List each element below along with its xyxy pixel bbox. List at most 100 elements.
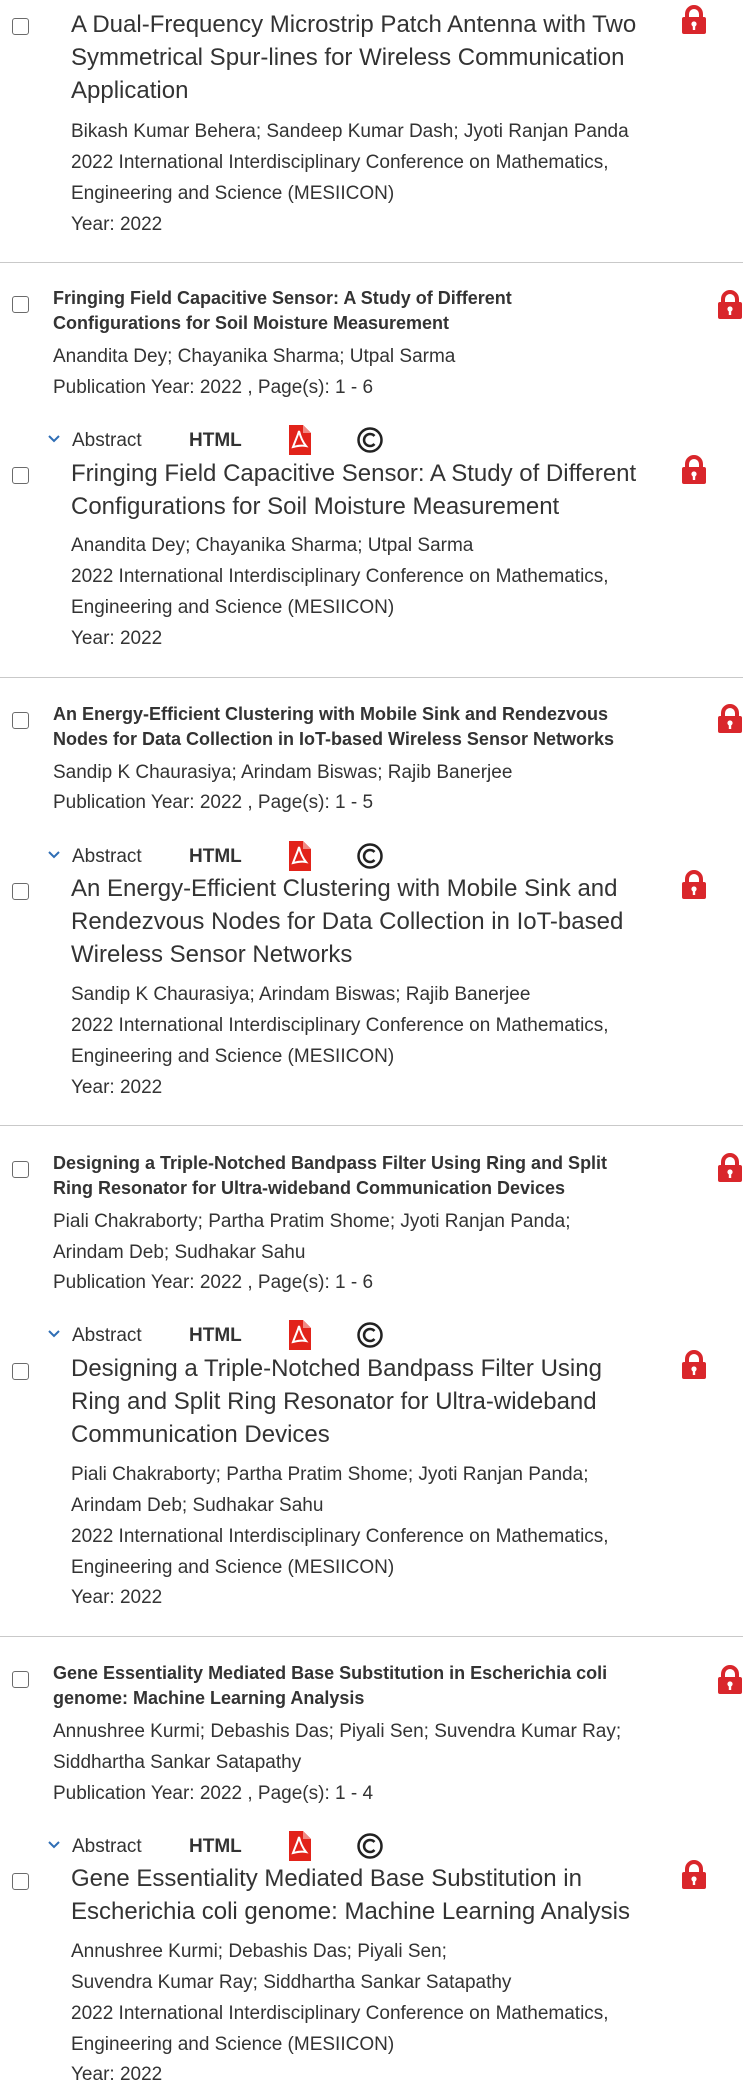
result-title-link[interactable]: Fringing Field Capacitive Sensor: A Stud… xyxy=(71,457,671,523)
search-results-list: A Dual-Frequency Microstrip Patch Antenn… xyxy=(0,0,743,2085)
lock-icon xyxy=(681,1860,707,1890)
result-title-link[interactable]: Designing a Triple-Notched Bandpass Filt… xyxy=(71,1352,671,1451)
title-line: Configurations for Soil Moisture Measure… xyxy=(71,493,560,520)
chevron-down-icon[interactable] xyxy=(46,848,62,867)
lock-icon xyxy=(681,5,707,35)
select-checkbox[interactable] xyxy=(12,1363,29,1380)
title-line: Designing a Triple-Notched Bandpass Filt… xyxy=(53,1153,608,1173)
copyright-icon[interactable] xyxy=(356,842,384,875)
copyright-icon[interactable] xyxy=(356,1832,384,1865)
venue-link[interactable]: Engineering and Science (MESIICON) xyxy=(71,178,691,209)
venue-link[interactable]: 2022 International Interdisciplinary Con… xyxy=(71,1998,691,2029)
title-line: Designing a Triple-Notched Bandpass Filt… xyxy=(71,1355,602,1382)
publication-info: Publication Year: 2022 , Page(s): 1 - 5 xyxy=(53,792,374,813)
authors[interactable]: Sandip K Chaurasiya; Arindam Biswas; Raj… xyxy=(71,979,691,1010)
divider xyxy=(0,1125,743,1126)
title-line: An Energy-Efficient Clustering with Mobi… xyxy=(53,704,609,724)
title-line: Rendezvous Nodes for Data Collection in … xyxy=(71,908,624,935)
title-line: Ring and Split Ring Resonator for Ultra-… xyxy=(71,1388,597,1415)
divider xyxy=(0,677,743,678)
lock-icon xyxy=(717,1153,743,1183)
pdf-icon[interactable] xyxy=(287,425,311,460)
pdf-icon[interactable] xyxy=(287,1320,311,1355)
authors[interactable]: Siddhartha Sankar Satapathy xyxy=(53,1747,703,1778)
select-checkbox[interactable] xyxy=(12,1671,29,1688)
select-checkbox[interactable] xyxy=(12,296,29,313)
copyright-icon[interactable] xyxy=(356,426,384,459)
publication-info: Publication Year: 2022 , Page(s): 1 - 4 xyxy=(53,1783,374,1804)
publication-info: Publication Year: 2022 , Page(s): 1 - 6 xyxy=(53,1272,374,1293)
title-line: Application xyxy=(71,77,189,104)
result-title-link[interactable]: An Energy-Efficient Clustering with Mobi… xyxy=(71,872,671,971)
publication-info: Publication Year: 2022 , Page(s): 1 - 6 xyxy=(53,377,374,398)
authors[interactable]: Piali Chakraborty; Partha Pratim Shome; … xyxy=(71,1459,691,1490)
year-label: Year: 2022 xyxy=(71,628,163,649)
result-title-link[interactable]: A Dual-Frequency Microstrip Patch Antenn… xyxy=(71,8,671,107)
abstract-toggle[interactable]: Abstract xyxy=(72,844,142,870)
lock-icon xyxy=(717,1665,743,1695)
authors[interactable]: Annushree Kurmi; Debashis Das; Piyali Se… xyxy=(53,1716,703,1747)
authors[interactable]: Anandita Dey; Chayanika Sharma; Utpal Sa… xyxy=(53,341,703,372)
select-checkbox[interactable] xyxy=(12,883,29,900)
venue-link[interactable]: 2022 International Interdisciplinary Con… xyxy=(71,147,691,178)
year-label: Year: 2022 xyxy=(71,1587,163,1608)
authors[interactable]: Piali Chakraborty; Partha Pratim Shome; … xyxy=(53,1206,703,1237)
chevron-down-icon[interactable] xyxy=(46,1838,62,1857)
result-title-link[interactable]: Fringing Field Capacitive Sensor: A Stud… xyxy=(53,286,703,336)
lock-icon xyxy=(681,1350,707,1380)
authors[interactable]: Arindam Deb; Sudhakar Sahu xyxy=(71,1490,691,1521)
venue-link[interactable]: 2022 International Interdisciplinary Con… xyxy=(71,1521,691,1552)
year-label: Year: 2022 xyxy=(71,2064,163,2085)
lock-icon xyxy=(681,455,707,485)
result-title-link[interactable]: Gene Essentiality Mediated Base Substitu… xyxy=(53,1661,703,1711)
chevron-down-icon[interactable] xyxy=(46,432,62,451)
authors[interactable]: Suvendra Kumar Ray; Siddhartha Sankar Sa… xyxy=(71,1967,691,1998)
venue-link[interactable]: 2022 International Interdisciplinary Con… xyxy=(71,561,691,592)
select-checkbox[interactable] xyxy=(12,712,29,729)
select-checkbox[interactable] xyxy=(12,1873,29,1890)
title-line: Fringing Field Capacitive Sensor: A Stud… xyxy=(71,460,637,487)
select-checkbox[interactable] xyxy=(12,1161,29,1178)
lock-icon xyxy=(717,704,743,734)
title-line: Communication Devices xyxy=(71,1421,330,1448)
html-link[interactable]: HTML xyxy=(189,1323,242,1349)
lock-icon xyxy=(717,290,743,320)
title-line: genome: Machine Learning Analysis xyxy=(53,1688,365,1708)
venue-link[interactable]: Engineering and Science (MESIICON) xyxy=(71,1552,691,1583)
abstract-toggle[interactable]: Abstract xyxy=(72,428,142,454)
title-line: Fringing Field Capacitive Sensor: A Stud… xyxy=(53,288,512,308)
title-line: A Dual-Frequency Microstrip Patch Antenn… xyxy=(71,11,637,38)
authors[interactable]: Sandip K Chaurasiya; Arindam Biswas; Raj… xyxy=(53,757,703,788)
chevron-down-icon[interactable] xyxy=(46,1327,62,1346)
venue-link[interactable]: 2022 International Interdisciplinary Con… xyxy=(71,1010,691,1041)
html-link[interactable]: HTML xyxy=(189,844,242,870)
lock-icon xyxy=(681,870,707,900)
copyright-icon[interactable] xyxy=(356,1321,384,1354)
authors[interactable]: Bikash Kumar Behera; Sandeep Kumar Dash;… xyxy=(71,116,691,147)
select-checkbox[interactable] xyxy=(12,467,29,484)
authors[interactable]: Annushree Kurmi; Debashis Das; Piyali Se… xyxy=(71,1936,691,1967)
abstract-toggle[interactable]: Abstract xyxy=(72,1323,142,1349)
venue-link[interactable]: Engineering and Science (MESIICON) xyxy=(71,2029,691,2060)
html-link[interactable]: HTML xyxy=(189,1834,242,1860)
title-line: Configurations for Soil Moisture Measure… xyxy=(53,313,450,333)
title-line: An Energy-Efficient Clustering with Mobi… xyxy=(71,875,618,902)
title-line: Gene Essentiality Mediated Base Substitu… xyxy=(71,1865,582,1892)
title-line: Symmetrical Spur-lines for Wireless Comm… xyxy=(71,44,625,71)
select-checkbox[interactable] xyxy=(12,18,29,35)
venue-link[interactable]: Engineering and Science (MESIICON) xyxy=(71,1041,691,1072)
title-line: Ring Resonator for Ultra-wideband Commun… xyxy=(53,1178,566,1198)
pdf-icon[interactable] xyxy=(287,841,311,876)
abstract-toggle[interactable]: Abstract xyxy=(72,1834,142,1860)
pdf-icon[interactable] xyxy=(287,1831,311,1866)
authors[interactable]: Anandita Dey; Chayanika Sharma; Utpal Sa… xyxy=(71,530,691,561)
authors[interactable]: Arindam Deb; Sudhakar Sahu xyxy=(53,1237,703,1268)
title-line: Nodes for Data Collection in IoT-based W… xyxy=(53,729,614,749)
html-link[interactable]: HTML xyxy=(189,428,242,454)
result-title-link[interactable]: An Energy-Efficient Clustering with Mobi… xyxy=(53,702,703,752)
year-label: Year: 2022 xyxy=(71,214,163,235)
venue-link[interactable]: Engineering and Science (MESIICON) xyxy=(71,592,691,623)
result-title-link[interactable]: Gene Essentiality Mediated Base Substitu… xyxy=(71,1862,671,1928)
title-line: Escherichia coli genome: Machine Learnin… xyxy=(71,1898,630,1925)
result-title-link[interactable]: Designing a Triple-Notched Bandpass Filt… xyxy=(53,1151,703,1201)
